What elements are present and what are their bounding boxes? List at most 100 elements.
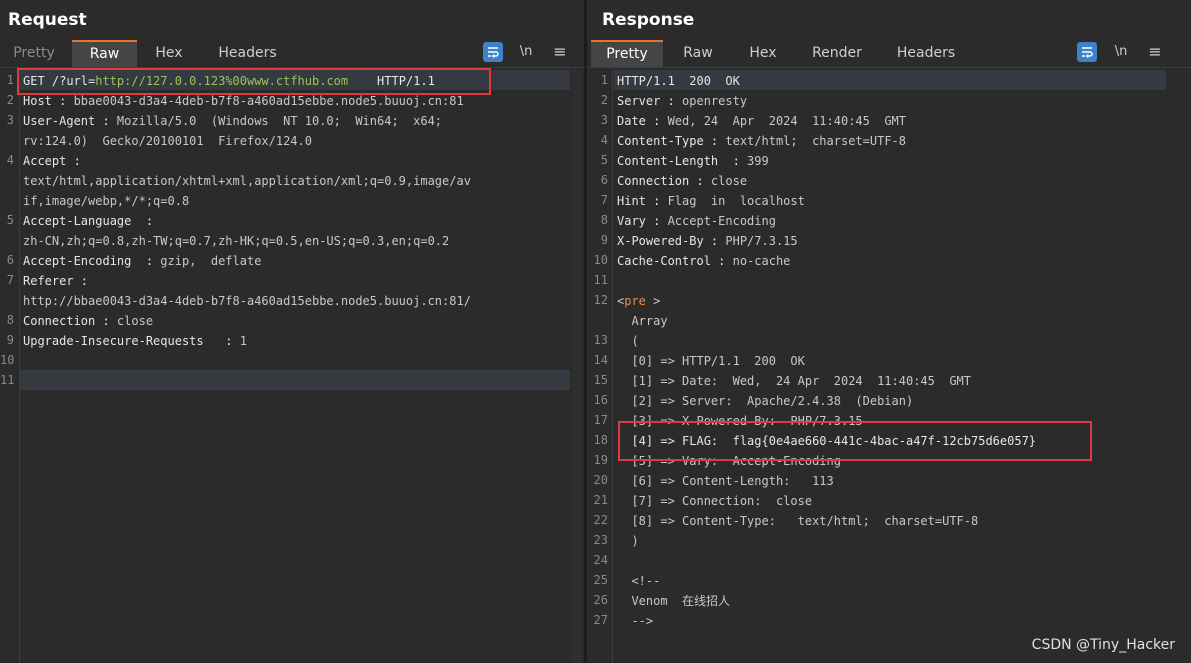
response-code-token: Flag in localhost [667, 194, 805, 208]
response-code-line: Server : openresty [617, 91, 747, 111]
response-code-line: <!-- [617, 571, 660, 591]
response-line-number: 24 [593, 553, 608, 567]
request-code-line: http://bbae0043-d3a4-4deb-b7f8-a460ad15e… [23, 291, 471, 311]
response-code-token: ( [617, 334, 639, 348]
flag-annotation-box [618, 421, 1092, 461]
response-line-number: 25 [593, 573, 608, 587]
response-code-token: > [645, 294, 661, 308]
response-code-token: Venom 在线招人 [617, 594, 731, 608]
request-code-line: Accept-Encoding : gzip, deflate [23, 251, 261, 271]
request-tab-hex[interactable]: Hex [139, 40, 199, 67]
response-code-line: --> [617, 611, 653, 631]
response-code-token: [8] => Content-Type: text/html; charset=… [617, 514, 979, 528]
response-line-number: 14 [593, 353, 608, 367]
request-code-token: bbae0043-d3a4-4deb-b7f8-a460ad15ebbe.nod… [73, 94, 464, 108]
request-line-number: 10 [0, 353, 15, 367]
response-line-number: 7 [600, 193, 608, 207]
response-code-token: Wed, 24 Apr 2024 11:40:45 GMT [667, 114, 906, 128]
response-line-number: 12 [593, 293, 608, 307]
response-code-line: Vary : Accept-Encoding [617, 211, 776, 231]
response-code-line: ) [617, 531, 638, 551]
response-code-line: Venom 在线招人 [617, 591, 730, 611]
response-code-line: [6] => Content-Length: 113 [617, 471, 834, 491]
response-line-number: 16 [593, 393, 608, 407]
newline-icon[interactable]: \n [516, 42, 536, 62]
response-tab-render[interactable]: Render [801, 40, 873, 67]
request-tab-raw[interactable]: Raw [72, 40, 137, 67]
wrap-lines-icon [488, 47, 499, 58]
wrap-lines-icon [1082, 47, 1093, 58]
request-code-token: Connection : [23, 314, 117, 328]
request-line-number: 8 [6, 313, 14, 327]
request-line-number: 11 [0, 373, 15, 387]
request-code-token: text/html,application/xhtml+xml,applicat… [23, 174, 471, 188]
response-code-token: Content-Type : [617, 134, 726, 148]
response-code-line: Array [617, 311, 668, 331]
response-code-token: Hint : [617, 194, 668, 208]
request-line-number: 2 [6, 93, 14, 107]
request-code-token: Upgrade-Insecure-Requests : [23, 334, 240, 348]
response-code-line: X-Powered-By : PHP/7.3.15 [617, 231, 798, 251]
response-line-number: 3 [600, 113, 608, 127]
response-code-token: Connection : [617, 174, 711, 188]
response-code-token: openresty [682, 94, 748, 108]
menu-icon[interactable]: ≡ [550, 42, 570, 62]
response-code-token: close [710, 174, 748, 188]
response-line-number: 22 [593, 513, 608, 527]
request-code-token: close [116, 314, 154, 328]
response-code-line: [2] => Server: Apache/2.4.38 (Debian) [617, 391, 913, 411]
request-panel: Request Pretty Raw Hex Headers \n ≡ 1 GET… [0, 0, 584, 663]
response-code-token: Content-Length : [617, 154, 748, 168]
response-code-token: pre [624, 294, 646, 308]
response-line-number: 17 [593, 413, 608, 427]
request-code-line: Accept-Language : [23, 211, 160, 231]
request-code-token: Host : [23, 94, 74, 108]
response-tab-headers[interactable]: Headers [884, 40, 968, 67]
response-tab-hex[interactable]: Hex [733, 40, 793, 67]
response-tab-pretty[interactable]: Pretty [591, 40, 663, 67]
request-wrap-button[interactable] [483, 42, 503, 62]
request-line-number: 4 [6, 153, 14, 167]
response-panel: Response Pretty Raw Hex Render Headers \… [587, 0, 1191, 663]
response-wrap-button[interactable] [1077, 42, 1097, 62]
request-title: Request [8, 10, 87, 30]
request-line-number: 6 [6, 253, 14, 267]
response-code-token: Server : [617, 94, 683, 108]
response-code-line: Hint : Flag in localhost [617, 191, 805, 211]
request-code-token: rv:124.0) Gecko/20100101 Firefox/124.0 [23, 134, 312, 148]
request-tab-headers[interactable]: Headers [205, 40, 290, 67]
response-line-number: 11 [593, 273, 608, 287]
response-code-line: <pre > [617, 291, 660, 311]
response-code-token: --> [617, 614, 654, 628]
response-code-line: [8] => Content-Type: text/html; charset=… [617, 511, 978, 531]
response-code-line: Content-Length : 399 [617, 151, 769, 171]
response-code-token: Vary : [617, 214, 668, 228]
response-code-token: [2] => Server: Apache/2.4.38 (Debian) [617, 394, 914, 408]
request-code-line: User-Agent : Mozilla/5.0 (Windows NT 10.… [23, 111, 442, 131]
menu-icon[interactable]: ≡ [1145, 42, 1165, 62]
request-line-annotation-box [17, 68, 491, 95]
response-code-token: [1] => Date: Wed, 24 Apr 2024 11:40:45 G… [617, 374, 972, 388]
response-line-number: 1 [600, 73, 608, 87]
response-code-line: Cache-Control : no-cache [617, 251, 790, 271]
response-code-line: [1] => Date: Wed, 24 Apr 2024 11:40:45 G… [617, 371, 971, 391]
response-line-number: 21 [593, 493, 608, 507]
newline-icon[interactable]: \n [1111, 42, 1131, 62]
response-tab-raw[interactable]: Raw [669, 40, 727, 67]
response-code-token: no-cache [732, 254, 791, 268]
request-code-token: 1 [239, 334, 247, 348]
request-line-number: 9 [6, 333, 14, 347]
response-code-token: PHP/7.3.15 [725, 234, 798, 248]
request-line-number: 5 [6, 213, 14, 227]
response-line-number: 15 [593, 373, 608, 387]
response-code-token: [6] => Content-Length: 113 [617, 474, 834, 488]
request-cursor-line-highlight [20, 370, 570, 390]
response-code-token: [7] => Connection: close [617, 494, 813, 508]
request-tab-pretty[interactable]: Pretty [0, 40, 68, 67]
request-code-token: Mozilla/5.0 (Windows NT 10.0; Win64; x64… [116, 114, 443, 128]
request-scrollbar[interactable] [572, 70, 582, 663]
request-code-line: text/html,application/xhtml+xml,applicat… [23, 171, 471, 191]
response-code-token: Array [617, 314, 668, 328]
response-code-line: Content-Type : text/html; charset=UTF-8 [617, 131, 906, 151]
response-line-number: 19 [593, 453, 608, 467]
